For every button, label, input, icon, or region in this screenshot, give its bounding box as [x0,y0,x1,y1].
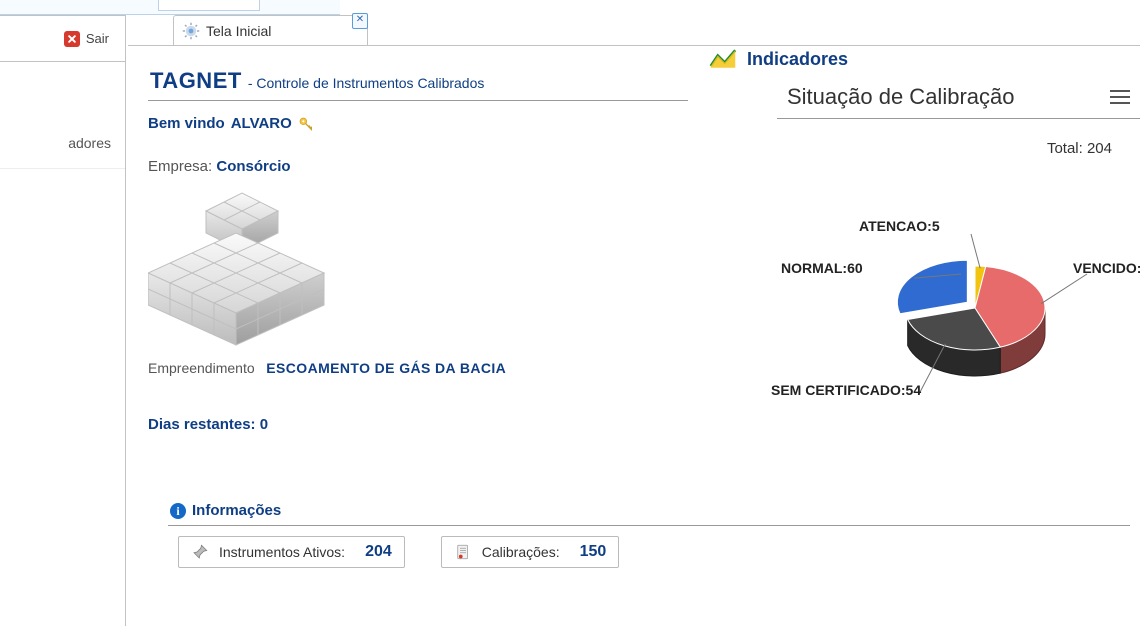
card-label: Instrumentos Ativos: [219,544,345,560]
close-icon [64,31,80,47]
welcome-prefix: Bem vindo [148,115,225,132]
project-row: Empreendimento ESCOAMENTO DE GÁS DA BACI… [148,360,688,376]
card-value: 150 [580,543,607,561]
info-panel: TAGNET - Controle de Instrumentos Calibr… [148,64,688,433]
company-label: Empresa: [148,158,212,175]
chart-total: Total: 204 [1047,140,1112,157]
project-value: ESCOAMENTO DE GÁS DA BACIA [266,360,506,376]
app-title: TAGNET [150,68,242,94]
sidebar: Sair adores [0,15,126,626]
tab-home[interactable]: Tela Inicial [173,15,368,46]
ribbon-tab [158,0,260,11]
pie-label-atencao: ATENCAO:5 [859,218,940,234]
key-icon [298,116,314,132]
indicators-heading: Indicadores [703,46,1140,70]
sidebar-item-label: adores [68,135,111,151]
tab-close-button[interactable]: ✕ [352,13,368,29]
company-logo [148,187,358,347]
pie-label-vencido: VENCIDO:8 [1073,260,1140,276]
chart-menu-button[interactable] [1110,90,1130,104]
pie-label-normal: NORMAL:60 [781,260,863,276]
project-label: Empreendimento [148,360,255,376]
card-instruments-active[interactable]: Instrumentos Ativos: 204 [178,536,405,568]
days-value: 0 [260,416,268,433]
sidebar-item-indicators[interactable]: adores [0,118,125,169]
info-heading: i Informações [168,502,1130,526]
chart-icon [709,48,737,70]
company-row: Empresa: Consórcio [148,158,688,175]
card-calibrations[interactable]: Calibrações: 150 [441,536,620,568]
info-icon: i [170,503,186,519]
card-label: Calibrações: [482,544,560,560]
welcome-user: ALVARO [231,115,292,132]
info-title: Informações [192,502,281,519]
exit-button[interactable]: Sair [0,16,125,62]
card-value: 204 [365,543,392,561]
total-value: 204 [1087,140,1112,157]
days-label: Dias restantes: [148,416,256,433]
company-value: Consórcio [216,158,290,175]
total-label: Total: [1047,140,1083,157]
app-title-row: TAGNET - Controle de Instrumentos Calibr… [148,64,688,101]
pin-icon [191,543,209,561]
document-icon [454,543,472,561]
app-subtitle: - Controle de Instrumentos Calibrados [248,75,485,91]
welcome-row: Bem vindo ALVARO [148,115,688,132]
calibration-pie-chart: NORMAL:60 ATENCAO:5 VENCIDO:8 SEM CERTIF… [799,196,1139,436]
settings-icon [182,22,200,40]
exit-label: Sair [86,31,109,46]
indicators-title: Indicadores [747,49,848,70]
tab-label: Tela Inicial [206,23,271,39]
pie-label-semcert: SEM CERTIFICADO:54 [771,382,921,398]
chart-title: Situação de Calibração [787,84,1014,110]
days-remaining: Dias restantes: 0 [148,416,688,433]
